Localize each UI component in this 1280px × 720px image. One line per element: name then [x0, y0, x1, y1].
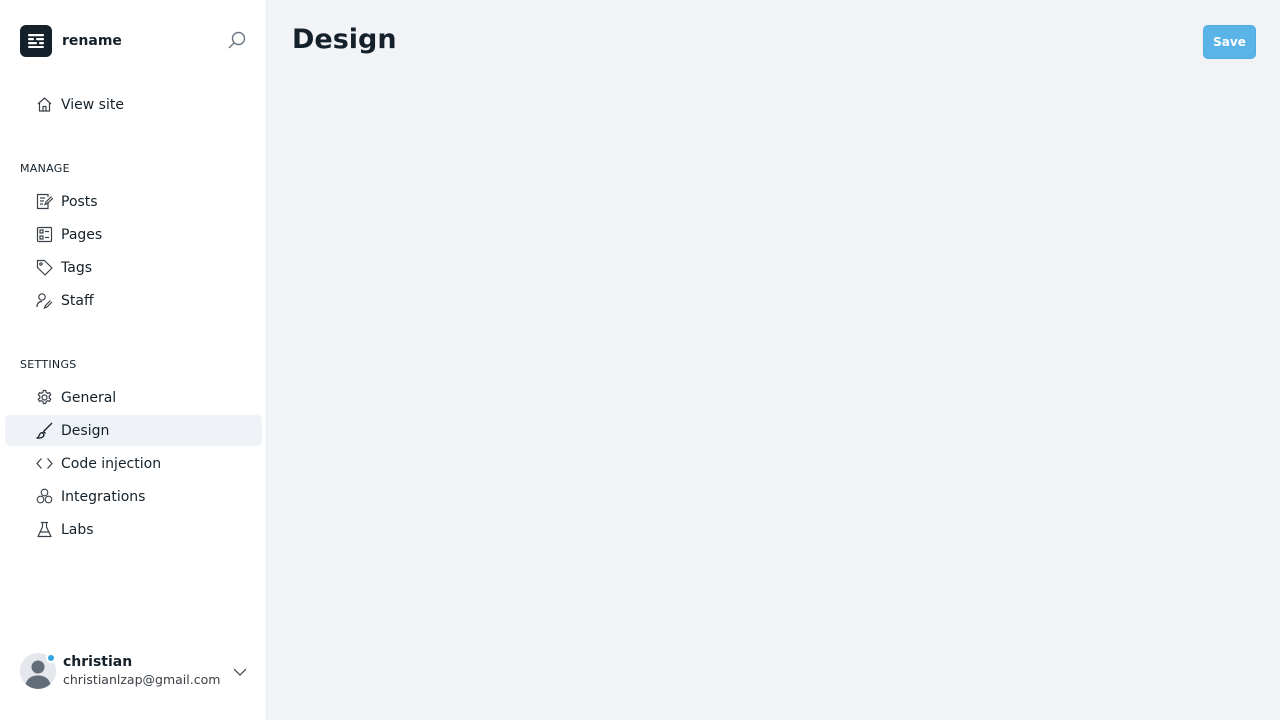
- nav-design[interactable]: Design: [5, 415, 262, 446]
- nav-tags[interactable]: Tags: [5, 252, 262, 283]
- flask-icon: [36, 521, 53, 538]
- page-title: Design: [292, 24, 397, 55]
- gear-icon: [36, 389, 53, 406]
- nav-tags-label: Tags: [61, 259, 92, 276]
- nav-code-injection[interactable]: Code injection: [5, 448, 262, 479]
- user-email: christianlzap@gmail.com: [63, 672, 221, 687]
- chevron-down-icon[interactable]: [233, 664, 247, 678]
- nav-pages[interactable]: Pages: [5, 219, 262, 250]
- home-icon: [36, 96, 53, 113]
- nav-view-site-label: View site: [61, 96, 124, 113]
- brand[interactable]: rename: [20, 25, 122, 57]
- sidebar: rename View site MANAGE Posts Pages Tags…: [0, 0, 267, 720]
- brand-name: rename: [62, 33, 122, 49]
- nav-general-label: General: [61, 389, 117, 406]
- nav-staff[interactable]: Staff: [5, 285, 262, 316]
- nav-staff-label: Staff: [61, 292, 94, 309]
- status-dot: [46, 653, 56, 663]
- posts-icon: [36, 193, 53, 210]
- nav-labs[interactable]: Labs: [5, 514, 262, 545]
- integrations-icon: [36, 488, 53, 505]
- pages-icon: [36, 226, 53, 243]
- settings-section-label: SETTINGS: [20, 358, 77, 371]
- brush-icon: [36, 422, 53, 439]
- save-button[interactable]: Save: [1203, 25, 1256, 59]
- nav-integrations-label: Integrations: [61, 488, 146, 505]
- nav-pages-label: Pages: [61, 226, 103, 243]
- nav-integrations[interactable]: Integrations: [5, 481, 262, 512]
- nav-view-site[interactable]: View site: [5, 89, 262, 120]
- nav-labs-label: Labs: [61, 521, 94, 538]
- user-info: christian christianlzap@gmail.com: [63, 653, 220, 689]
- nav-posts[interactable]: Posts: [5, 186, 262, 217]
- tag-icon: [36, 259, 53, 276]
- nav-posts-label: Posts: [61, 193, 98, 210]
- manage-section-label: MANAGE: [20, 162, 70, 175]
- user-name: christian: [63, 654, 133, 670]
- search-icon[interactable]: [228, 31, 246, 49]
- nav-design-label: Design: [61, 422, 110, 439]
- nav-general[interactable]: General: [5, 382, 262, 413]
- nav-code-injection-label: Code injection: [61, 455, 162, 472]
- staff-icon: [36, 292, 53, 309]
- code-icon: [36, 455, 53, 472]
- brand-logo-icon: [20, 25, 52, 57]
